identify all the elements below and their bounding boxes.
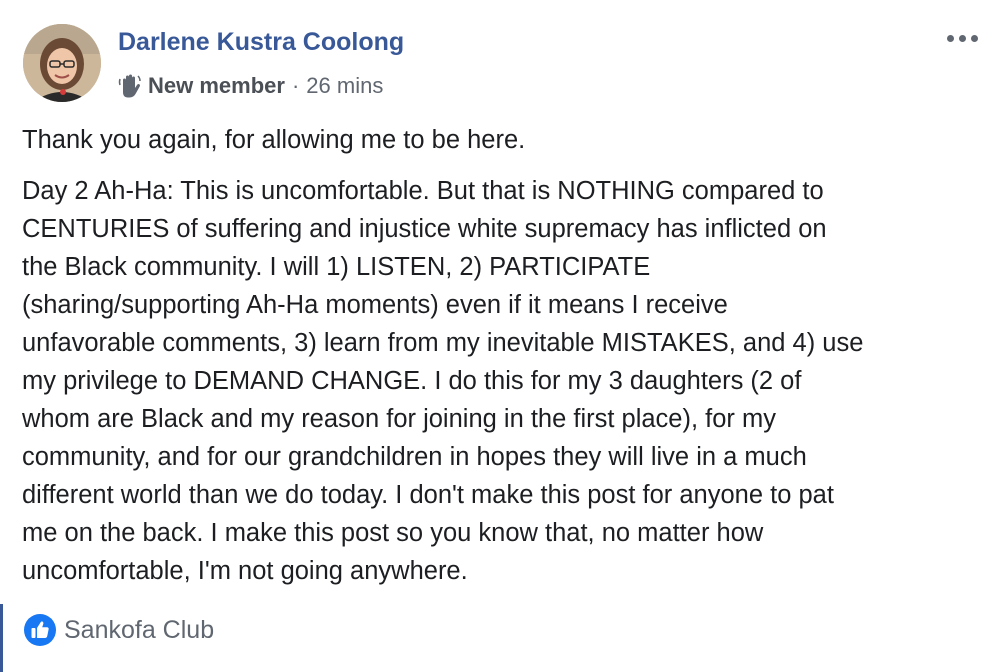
post-text-line: the Black community. I will 1) LISTEN, 2…: [22, 253, 651, 281]
avatar-image: [23, 24, 101, 102]
post-meta: New member · 26 mins: [118, 71, 383, 101]
post-text-line: my privilege to DEMAND CHANGE. I do this…: [22, 367, 802, 395]
post-text-line: me on the back. I make this post so you …: [22, 519, 764, 547]
post-card: Darlene Kustra Coolong New member · 26 m…: [0, 0, 998, 672]
avatar[interactable]: [23, 24, 101, 102]
post-paragraph-1: Thank you again, for allowing me to be h…: [22, 126, 526, 154]
post-text-line: (sharing/supporting Ah-Ha moments) even …: [22, 291, 728, 319]
waving-hand-icon: [118, 73, 142, 99]
post-text-line: uncomfortable, I'm not going anywhere.: [22, 557, 468, 585]
post-paragraph-2: Day 2 Ah-Ha: This is uncomfortable. But …: [22, 172, 982, 590]
post-text-line: whom are Black and my reason for joining…: [22, 405, 776, 433]
meta-separator: ·: [291, 73, 300, 98]
reaction-accent-bar: [0, 604, 3, 672]
post-text-line: different world than we do today. I don'…: [22, 481, 834, 509]
author-name[interactable]: Darlene Kustra Coolong: [118, 28, 404, 57]
reaction-bar: Sankofa Club: [0, 604, 998, 672]
more-options-icon[interactable]: [944, 28, 984, 48]
post-timestamp[interactable]: 26 mins: [306, 73, 383, 99]
post-text-line: community, and for our grandchildren in …: [22, 443, 807, 471]
reaction-label[interactable]: Sankofa Club: [64, 616, 214, 645]
post-text-line: Day 2 Ah-Ha: This is uncomfortable. But …: [22, 177, 824, 205]
member-badge: New member: [148, 73, 285, 98]
post-text-line: CENTURIES of suffering and injustice whi…: [22, 215, 827, 243]
post-text-line: unfavorable comments, 3) learn from my i…: [22, 329, 864, 357]
like-icon[interactable]: [24, 614, 56, 646]
